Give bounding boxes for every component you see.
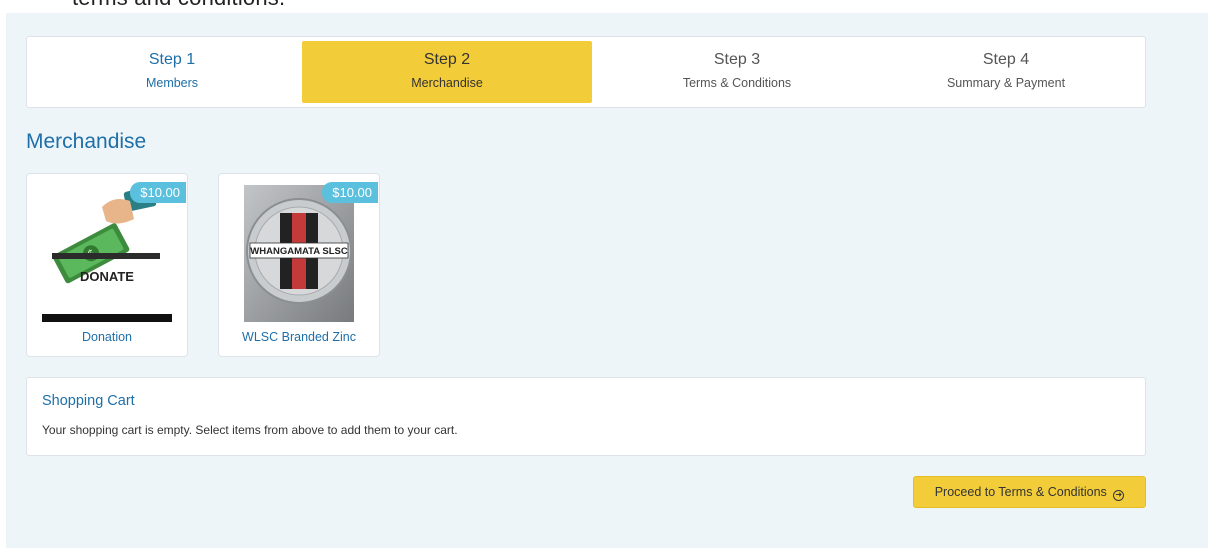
zinc-image-text: WHANGAMATA SLSC — [250, 246, 348, 257]
step-number: Step 1 — [148, 51, 196, 68]
step-number: Step 2 — [423, 51, 471, 68]
merch-card-donation[interactable]: $ DONATE $10.00 Donation — [26, 173, 188, 357]
shopping-cart-panel: Shopping Cart Your shopping cart is empt… — [26, 377, 1146, 456]
step-2-merchandise-active[interactable]: Step 2 Merchandise — [302, 41, 592, 103]
step-label: Summary & Payment — [946, 76, 1066, 90]
cut-off-text: terms and conditions. — [72, 0, 285, 11]
merch-card-wlsc-zinc[interactable]: WHANGAMATA SLSC $10.00 WLSC Branded Zinc — [218, 173, 380, 357]
arrow-circle-right-icon: ➜ — [1113, 490, 1125, 501]
step-progress-bar: Step 1 Members Step 2 Merchandise Step 3… — [26, 36, 1146, 108]
registration-panel: Step 1 Members Step 2 Merchandise Step 3… — [6, 13, 1208, 548]
proceed-button-label: Proceed to Terms & Conditions — [934, 485, 1107, 499]
price-badge: $10.00 — [322, 182, 378, 203]
step-4-summary-payment: Step 4 Summary & Payment — [861, 41, 1151, 103]
proceed-to-terms-button[interactable]: Proceed to Terms & Conditions ➜ — [913, 476, 1146, 508]
top-cut-off-text-area: terms and conditions. — [0, 0, 1208, 13]
step-label: Members — [145, 76, 199, 90]
merch-item-name[interactable]: WLSC Branded Zinc — [219, 330, 379, 344]
zinc-tin-icon[interactable]: WHANGAMATA SLSC — [234, 185, 364, 322]
step-1-members[interactable]: Step 1 Members — [27, 41, 317, 103]
donate-image-text: DONATE — [80, 269, 134, 284]
step-number: Step 4 — [982, 51, 1030, 68]
shopping-cart-title: Shopping Cart — [42, 393, 135, 409]
section-title-merchandise: Merchandise — [26, 130, 147, 153]
step-number: Step 3 — [713, 51, 761, 68]
merch-item-name[interactable]: Donation — [27, 330, 187, 344]
donate-hand-money-icon[interactable]: $ DONATE — [42, 185, 172, 322]
price-badge: $10.00 — [130, 182, 186, 203]
step-label: Merchandise — [411, 76, 483, 90]
step-3-terms: Step 3 Terms & Conditions — [592, 41, 882, 103]
shopping-cart-empty-message: Your shopping cart is empty. Select item… — [42, 423, 458, 437]
step-label: Terms & Conditions — [682, 76, 792, 90]
